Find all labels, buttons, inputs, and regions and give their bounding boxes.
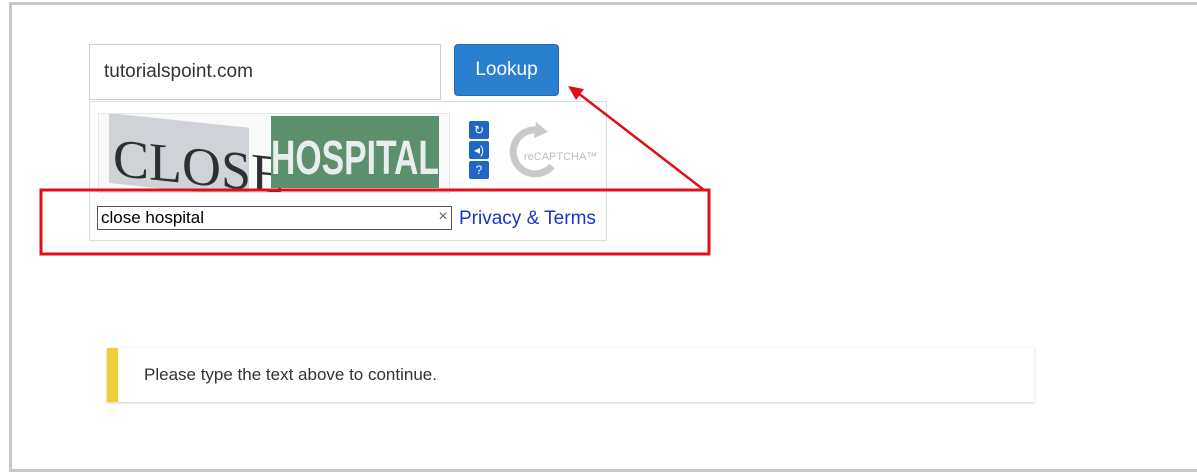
privacy-terms-link[interactable]: Privacy & Terms bbox=[459, 208, 596, 230]
domain-input[interactable] bbox=[89, 44, 441, 100]
lookup-button[interactable]: Lookup bbox=[454, 44, 559, 96]
refresh-icon[interactable]: ↻ bbox=[469, 121, 489, 139]
captcha-image: CLOSE HOSPITAL bbox=[98, 113, 450, 193]
captcha-answer-input[interactable] bbox=[97, 206, 452, 230]
audio-icon[interactable]: ◂) bbox=[469, 141, 489, 159]
captcha-image-graphic: CLOSE HOSPITAL bbox=[109, 114, 439, 193]
captcha-word-1: CLOSE bbox=[113, 128, 284, 193]
clear-icon[interactable]: × bbox=[436, 207, 450, 227]
captcha-tools: ↻ ◂) ? bbox=[469, 121, 489, 181]
captcha-alert: Please type the text above to continue. bbox=[107, 348, 1034, 402]
alert-message: Please type the text above to continue. bbox=[144, 365, 437, 384]
help-icon[interactable]: ? bbox=[469, 161, 489, 179]
captcha-word-2: HOSPITAL bbox=[271, 132, 439, 185]
recaptcha-logo: reCAPTCHA™ bbox=[508, 122, 598, 182]
recaptcha-logo-text: reCAPTCHA™ bbox=[524, 151, 597, 163]
